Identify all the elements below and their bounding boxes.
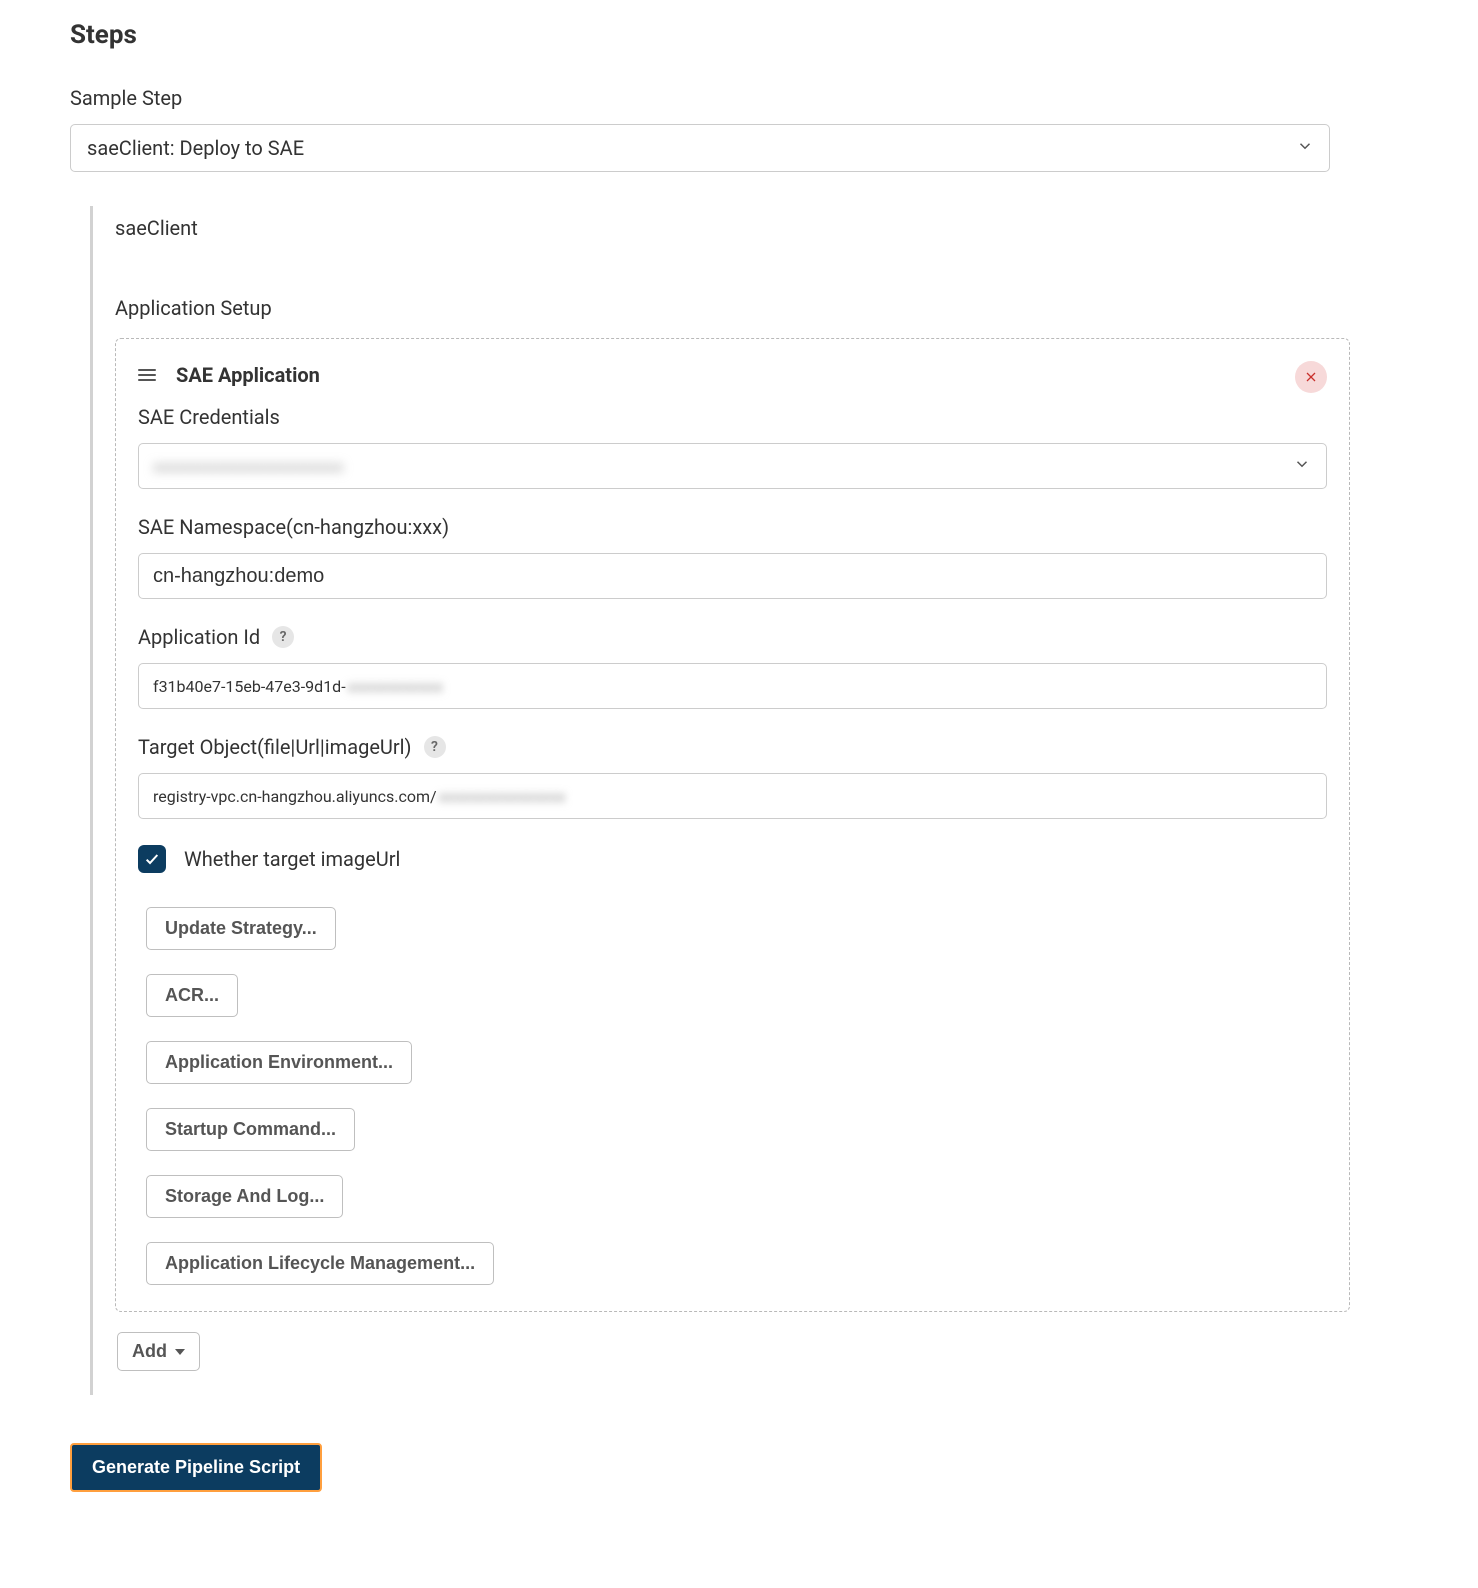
namespace-label: SAE Namespace(cn-hangzhou:xxx): [138, 515, 1327, 539]
drag-handle-icon[interactable]: [138, 369, 156, 381]
application-id-input[interactable]: f31b40e7-15eb-47e3-9d1d- xxxxxxxxxxxx: [138, 663, 1327, 709]
storage-and-log-button[interactable]: Storage And Log...: [146, 1175, 343, 1218]
expandable-buttons: Update Strategy... ACR... Application En…: [138, 907, 1327, 1285]
help-icon[interactable]: ?: [424, 736, 446, 758]
update-strategy-button[interactable]: Update Strategy...: [146, 907, 336, 950]
application-id-redacted: xxxxxxxxxxxx: [346, 677, 443, 696]
startup-command-button[interactable]: Startup Command...: [146, 1108, 355, 1151]
target-object-redacted: xxxxxxxxxxxxxxxx: [437, 787, 566, 806]
target-object-value: registry-vpc.cn-hangzhou.aliyuncs.com/: [153, 787, 437, 806]
application-lifecycle-management-button[interactable]: Application Lifecycle Management...: [146, 1242, 494, 1285]
credentials-label: SAE Credentials: [138, 405, 1327, 429]
sample-step-label: Sample Step: [70, 86, 1438, 110]
page-title: Steps: [70, 20, 1438, 50]
sample-step-select[interactable]: saeClient: Deploy to SAE: [70, 124, 1330, 172]
help-icon[interactable]: ?: [272, 626, 294, 648]
caret-down-icon: [175, 1349, 185, 1355]
panel-title: SAE Application: [176, 363, 320, 387]
target-object-label: Target Object(file|Url|imageUrl): [138, 735, 412, 759]
credentials-select[interactable]: xxxxxxxxxxxxxxxxxxxxxxxx: [138, 443, 1327, 489]
whether-target-imageurl-label: Whether target imageUrl: [184, 847, 400, 871]
close-button[interactable]: [1295, 361, 1327, 393]
application-environment-button[interactable]: Application Environment...: [146, 1041, 412, 1084]
sae-client-label: saeClient: [115, 216, 1350, 240]
generate-pipeline-script-button[interactable]: Generate Pipeline Script: [70, 1443, 322, 1492]
credentials-value-redacted: xxxxxxxxxxxxxxxxxxxxxxxx: [153, 457, 344, 476]
application-id-value: f31b40e7-15eb-47e3-9d1d-: [153, 677, 346, 696]
add-button-label: Add: [132, 1341, 167, 1362]
indented-block: saeClient Application Setup SAE Applicat…: [90, 206, 1350, 1395]
target-object-input[interactable]: registry-vpc.cn-hangzhou.aliyuncs.com/ x…: [138, 773, 1327, 819]
close-icon: [1305, 371, 1317, 383]
sample-step-value: saeClient: Deploy to SAE: [87, 136, 304, 160]
sae-application-panel: SAE Application SAE Credentials xxxxxxxx…: [115, 338, 1350, 1312]
check-icon: [144, 851, 160, 867]
sample-step-select-wrap: saeClient: Deploy to SAE: [70, 124, 1330, 172]
namespace-input[interactable]: [138, 553, 1327, 599]
acr-button[interactable]: ACR...: [146, 974, 238, 1017]
add-button[interactable]: Add: [117, 1332, 200, 1371]
application-setup-label: Application Setup: [115, 296, 1350, 320]
application-id-label: Application Id: [138, 625, 260, 649]
whether-target-imageurl-checkbox[interactable]: [138, 845, 166, 873]
